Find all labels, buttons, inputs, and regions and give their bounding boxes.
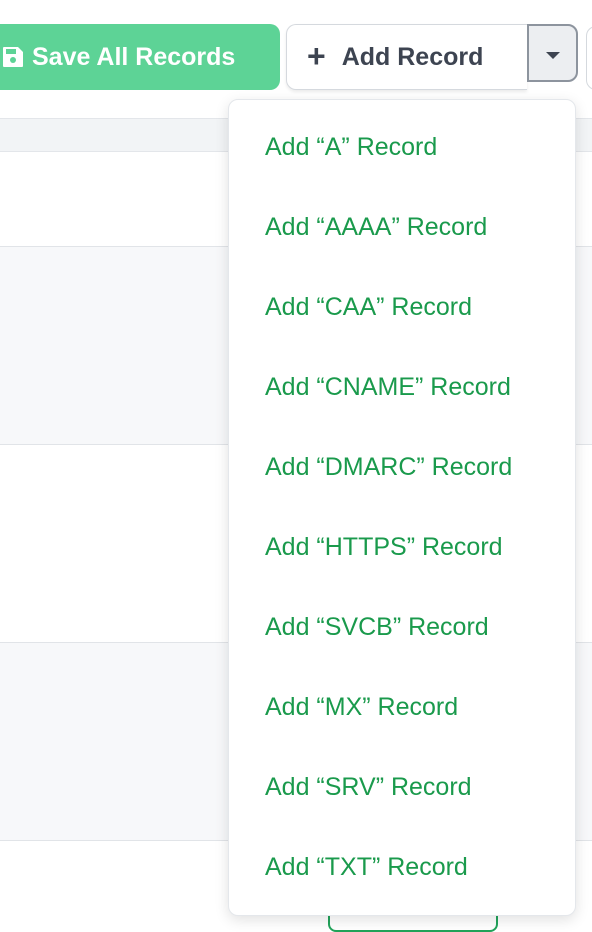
menu-item-add-mx-record[interactable]: Add “MX” Record [229, 667, 575, 747]
add-record-dropdown-toggle[interactable] [527, 24, 578, 82]
add-record-menu: Add “A” Record Add “AAAA” Record Add “CA… [228, 99, 576, 916]
menu-item-add-dmarc-record[interactable]: Add “DMARC” Record [229, 427, 575, 507]
add-record-button[interactable]: + Add Record [286, 24, 527, 90]
plus-icon: + [307, 38, 326, 74]
add-record-split-button: + Add Record [286, 24, 578, 90]
floppy-disk-icon [0, 42, 28, 72]
menu-item-add-aaaa-record[interactable]: Add “AAAA” Record [229, 187, 575, 267]
menu-item-add-caa-record[interactable]: Add “CAA” Record [229, 267, 575, 347]
menu-item-add-a-record[interactable]: Add “A” Record [229, 107, 575, 187]
caret-down-icon [545, 51, 560, 59]
save-all-records-label: Save All Records [32, 42, 236, 71]
save-all-records-button[interactable]: Save All Records [0, 24, 280, 90]
menu-item-add-https-record[interactable]: Add “HTTPS” Record [229, 507, 575, 587]
toolbar-next-button[interactable] [586, 26, 592, 90]
menu-item-add-srv-record[interactable]: Add “SRV” Record [229, 747, 575, 827]
add-record-label: Add Record [341, 42, 484, 71]
menu-item-add-svcb-record[interactable]: Add “SVCB” Record [229, 587, 575, 667]
menu-item-add-cname-record[interactable]: Add “CNAME” Record [229, 347, 575, 427]
menu-item-add-txt-record[interactable]: Add “TXT” Record [229, 827, 575, 907]
